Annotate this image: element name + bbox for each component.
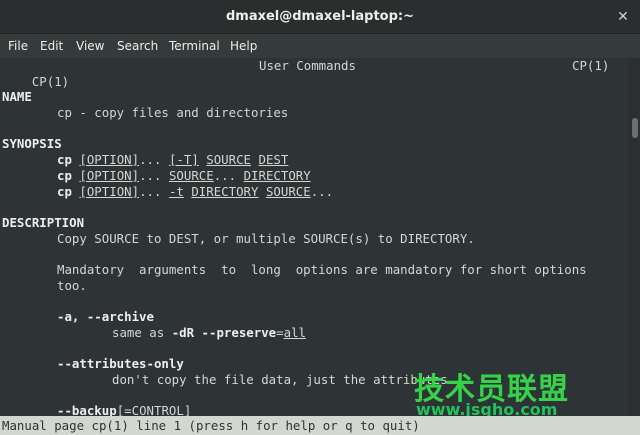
description-line: Mandatory arguments to long options are …: [57, 262, 587, 277]
synopsis-line: cp [OPTION]... SOURCE... DIRECTORY: [57, 168, 311, 183]
close-icon[interactable]: ✕: [614, 8, 632, 26]
header-left: CP(1): [31, 74, 70, 89]
option-archive: -a, --archive: [57, 309, 154, 324]
menu-edit[interactable]: Edit: [40, 39, 63, 53]
window-title: dmaxel@dmaxel-laptop:~: [225, 9, 415, 24]
header-right: CP(1): [572, 58, 610, 73]
option-attributes-only: --attributes-only: [57, 356, 184, 371]
terminal-output[interactable]: CP(1) User Commands CP(1) NAME cp - copy…: [0, 58, 628, 418]
menu-terminal[interactable]: Terminal: [169, 39, 220, 53]
man-header: CP(1): [2, 58, 69, 89]
menu-search[interactable]: Search: [117, 39, 158, 53]
menu-help[interactable]: Help: [230, 39, 257, 53]
option-archive-desc: same as -dR --preserve=all: [112, 325, 306, 340]
name-heading: NAME: [2, 89, 32, 104]
menu-bar: File Edit View Search Terminal Help: [0, 34, 640, 58]
header-center: User Commands: [259, 58, 356, 73]
option-attributes-desc: don't copy the file data, just the attri…: [112, 372, 448, 387]
scrollbar[interactable]: [628, 58, 640, 416]
synopsis-line: cp [OPTION]... -t DIRECTORY SOURCE...: [57, 184, 334, 199]
watermark-logo: 技术员联盟 www.jsgho.com: [414, 364, 604, 419]
scrollbar-thumb[interactable]: [632, 118, 638, 138]
window-titlebar[interactable]: dmaxel@dmaxel-laptop:~ ✕: [0, 0, 640, 34]
synopsis-heading: SYNOPSIS: [2, 136, 62, 151]
name-text: cp - copy files and directories: [57, 105, 289, 120]
description-line: Copy SOURCE to DEST, or multiple SOURCE(…: [57, 231, 475, 246]
menu-view[interactable]: View: [76, 39, 104, 53]
description-line: too.: [57, 278, 87, 293]
menu-file[interactable]: File: [8, 39, 28, 53]
description-heading: DESCRIPTION: [2, 215, 85, 230]
synopsis-line: cp [OPTION]... [-T] SOURCE DEST: [57, 152, 289, 167]
status-line: Manual page cp(1) line 1 (press h for he…: [0, 416, 640, 435]
